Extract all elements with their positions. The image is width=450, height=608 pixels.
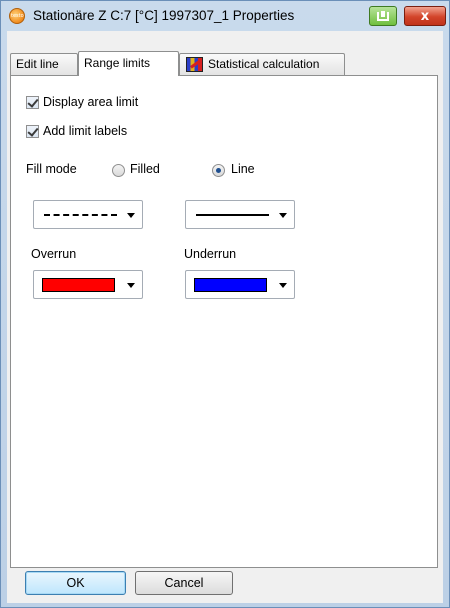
tab-range-limits[interactable]: Range limits (78, 51, 179, 76)
fill-mode-line-radio[interactable] (212, 164, 225, 177)
tab-edit-line[interactable]: Edit line (10, 53, 78, 75)
title-bar[interactable]: testo Stationäre Z C:7 [°C] 1997307_1 Pr… (1, 1, 449, 31)
minimize-icon (377, 10, 389, 21)
tab-statistical-calculation[interactable]: Statistical calculation (179, 53, 345, 75)
underrun-color-dropdown[interactable] (185, 270, 295, 299)
fill-mode-filled-label[interactable]: Filled (130, 162, 160, 176)
underrun-label: Underrun (184, 247, 237, 261)
tab-strip: Edit line Range limits Statistical calcu… (7, 51, 443, 76)
close-icon: x (420, 8, 430, 24)
fill-mode-label: Fill mode (26, 162, 77, 176)
underrun-color-swatch (194, 278, 267, 292)
testo-app-icon: testo (9, 8, 25, 24)
add-limit-labels-label: Add limit labels (43, 124, 128, 138)
ok-button[interactable]: OK (25, 571, 126, 595)
cancel-button[interactable]: Cancel (135, 571, 233, 595)
window-title: Stationäre Z C:7 [°C] 1997307_1 Properti… (33, 8, 295, 23)
range-limits-panel: Display area limit Add limit labels Fill… (10, 75, 438, 568)
properties-window: testo Stationäre Z C:7 [°C] 1997307_1 Pr… (0, 0, 450, 608)
close-button[interactable]: x (404, 6, 446, 26)
statistics-icon (186, 57, 203, 72)
display-area-limit-label: Display area limit (43, 95, 139, 109)
overrun-label: Overrun (31, 247, 77, 261)
overrun-color-dropdown[interactable] (33, 270, 143, 299)
dropdown-arrow-icon (127, 283, 135, 288)
limit-line-style-dropdown-left[interactable] (33, 200, 143, 229)
fill-mode-line-label[interactable]: Line (231, 162, 255, 176)
overrun-color-swatch (42, 278, 115, 292)
limit-line-style-dropdown-right[interactable] (185, 200, 295, 229)
dropdown-arrow-icon (127, 213, 135, 218)
display-area-limit-checkbox[interactable] (26, 95, 39, 109)
add-limit-labels-row[interactable]: Add limit labels (26, 124, 127, 138)
add-limit-labels-checkbox[interactable] (26, 124, 39, 138)
dash-dot-line-sample (44, 214, 117, 216)
fill-mode-filled-radio[interactable] (112, 164, 125, 177)
dropdown-arrow-icon (279, 213, 287, 218)
tab-statistical-calculation-label: Statistical calculation (208, 57, 320, 71)
minimize-button[interactable] (369, 6, 397, 26)
dialog-client-area: Edit line Range limits Statistical calcu… (7, 31, 443, 603)
solid-line-sample (196, 214, 269, 216)
dropdown-arrow-icon (279, 283, 287, 288)
display-area-limit-row[interactable]: Display area limit (26, 95, 138, 109)
